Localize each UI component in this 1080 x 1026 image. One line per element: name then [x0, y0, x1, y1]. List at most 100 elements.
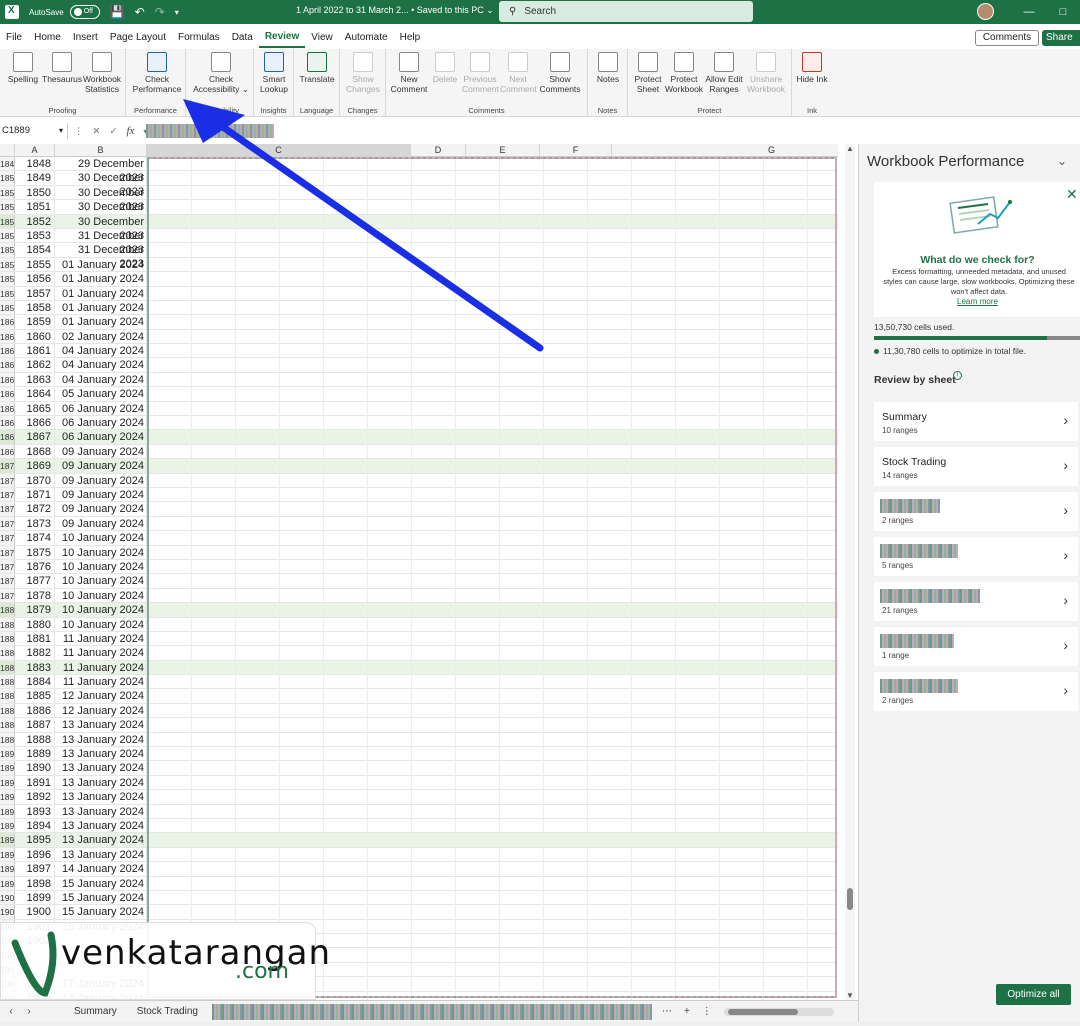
show-comments-button[interactable]: Show Comments [538, 52, 582, 94]
cell-a[interactable]: 1854 [15, 243, 55, 257]
cell-a[interactable]: 1871 [15, 487, 55, 502]
cell-a[interactable]: 1878 [15, 588, 55, 603]
cell-b[interactable]: 05 January 2024 [55, 387, 147, 401]
hide-ink-button[interactable]: Hide Ink [796, 52, 828, 84]
cell-b[interactable]: 10 January 2024 [55, 574, 147, 588]
row-header[interactable]: 1858 [0, 286, 15, 300]
cell-b[interactable]: 13 January 2024 [55, 833, 147, 847]
learn-more-link[interactable]: Learn more [874, 297, 1080, 306]
scroll-down-icon[interactable]: ▼ [846, 991, 854, 1000]
optimize-all-button[interactable]: Optimize all [996, 984, 1071, 1005]
cell-a[interactable]: 1861 [15, 344, 55, 358]
menu-help[interactable]: Help [394, 29, 427, 47]
more-options-icon[interactable]: ⋮ [74, 126, 84, 137]
cell-a[interactable]: 1884 [15, 675, 55, 689]
name-box[interactable]: C1889 ▾ [0, 123, 68, 139]
column-header-g[interactable]: G [612, 144, 838, 157]
cell-b[interactable]: 04 January 2024 [55, 344, 147, 358]
cell-b[interactable]: 09 January 2024 [55, 444, 147, 459]
row-header[interactable]: 1882 [0, 631, 15, 646]
workbook-statistics-button[interactable]: Workbook Statistics [82, 52, 122, 94]
cell-b[interactable]: 14 January 2024 [55, 862, 147, 876]
cell-a[interactable]: 1894 [15, 818, 55, 833]
new-comment-button[interactable]: New Comment [390, 52, 428, 94]
cell-a[interactable]: 1851 [15, 200, 55, 214]
maximize-icon[interactable]: □ [1046, 6, 1080, 18]
cell-b[interactable]: 12 January 2024 [55, 689, 147, 703]
cell-a[interactable]: 1874 [15, 531, 55, 545]
cell-a[interactable]: 1872 [15, 502, 55, 516]
row-header[interactable]: 1850 [0, 171, 15, 185]
vertical-scrollbar[interactable]: ▲ ▼ [845, 144, 855, 1000]
row-header[interactable]: 1870 [0, 459, 15, 473]
delete-comment-button[interactable]: Delete [430, 52, 460, 84]
row-header[interactable]: 1854 [0, 228, 15, 243]
sheet-card[interactable]: 21 ranges › [874, 582, 1078, 621]
cell-b[interactable]: 13 January 2024 [55, 804, 147, 818]
cell-a[interactable]: 1883 [15, 660, 55, 675]
cell-b[interactable]: 13 January 2024 [55, 847, 147, 862]
cell-a[interactable]: 1882 [15, 646, 55, 660]
cell-b[interactable]: 04 January 2024 [55, 358, 147, 372]
cell-a[interactable]: 1900 [15, 905, 55, 919]
cell-a[interactable]: 1879 [15, 603, 55, 617]
sheet-card[interactable]: 2 ranges › [874, 492, 1078, 531]
row-header[interactable]: 1873 [0, 502, 15, 516]
unshare-workbook-button[interactable]: Unshare Workbook [744, 52, 788, 94]
redo-icon[interactable]: ↷ [155, 5, 165, 19]
cell-b[interactable]: 10 January 2024 [55, 531, 147, 545]
undo-icon[interactable]: ↶ [135, 5, 145, 19]
menu-insert[interactable]: Insert [67, 29, 104, 47]
cell-b[interactable]: 04 January 2024 [55, 372, 147, 387]
cell-a[interactable]: 1857 [15, 286, 55, 300]
cell-b[interactable]: 15 January 2024 [55, 905, 147, 919]
row-header[interactable]: 1868 [0, 430, 15, 444]
cell-a[interactable]: 1852 [15, 214, 55, 228]
cell-b[interactable]: 30 December 2023 [55, 171, 147, 198]
menu-formulas[interactable]: Formulas [172, 29, 226, 47]
minimize-icon[interactable]: — [1012, 6, 1046, 18]
column-header-a[interactable]: A [15, 144, 55, 157]
autosave-toggle[interactable]: Off [69, 5, 100, 19]
row-header[interactable]: 1855 [0, 243, 15, 257]
row-header[interactable]: 1887 [0, 703, 15, 718]
cell-b[interactable]: 12 January 2024 [55, 703, 147, 718]
row-header[interactable]: 1852 [0, 200, 15, 214]
cell-b[interactable]: 29 December 2023 [55, 157, 147, 184]
cell-b[interactable]: 09 January 2024 [55, 459, 147, 473]
cell-a[interactable]: 1877 [15, 574, 55, 588]
cell-a[interactable]: 1853 [15, 228, 55, 243]
comments-button[interactable]: Comments [975, 30, 1039, 46]
row-header[interactable]: 1889 [0, 732, 15, 747]
row-header[interactable]: 1874 [0, 516, 15, 531]
cell-b[interactable]: 06 January 2024 [55, 416, 147, 430]
cell-b[interactable]: 10 January 2024 [55, 617, 147, 631]
horizontal-scroll-thumb[interactable] [727, 1008, 798, 1015]
row-header[interactable]: 1890 [0, 747, 15, 761]
horizontal-scrollbar[interactable] [723, 1007, 834, 1016]
menu-review[interactable]: Review [258, 28, 306, 48]
scroll-thumb[interactable] [847, 888, 853, 910]
cell-b[interactable]: 01 January 2024 [55, 315, 147, 329]
previous-comment-button[interactable]: Previous Comment [462, 52, 499, 94]
cell-a[interactable]: 1863 [15, 372, 55, 387]
cell-a[interactable]: 1893 [15, 804, 55, 818]
cell-b[interactable]: 31 December 2023 [55, 243, 147, 270]
cell-b[interactable]: 13 January 2024 [55, 775, 147, 790]
customize-quick-access-icon[interactable]: ▾ [175, 8, 179, 17]
redacted-sheet-tabs[interactable] [211, 1003, 652, 1020]
thesaurus-button[interactable]: Thesaurus [42, 52, 82, 84]
cell-a[interactable]: 1855 [15, 257, 55, 272]
cancel-icon[interactable]: ✕ [93, 126, 101, 137]
menu-page-layout[interactable]: Page Layout [104, 29, 172, 47]
cell-a[interactable]: 1864 [15, 387, 55, 401]
search-box[interactable]: ⚲ Search [499, 1, 753, 22]
row-header[interactable]: 1888 [0, 718, 15, 732]
cell-b[interactable]: 11 January 2024 [55, 660, 147, 675]
row-header[interactable]: 1876 [0, 545, 15, 559]
sheet-card[interactable]: Stock Trading 14 ranges › [874, 447, 1078, 486]
menu-view[interactable]: View [305, 29, 339, 47]
column-header-b[interactable]: B [55, 144, 147, 157]
cell-b[interactable]: 06 January 2024 [55, 401, 147, 416]
close-icon[interactable]: ✕ [1066, 186, 1078, 203]
